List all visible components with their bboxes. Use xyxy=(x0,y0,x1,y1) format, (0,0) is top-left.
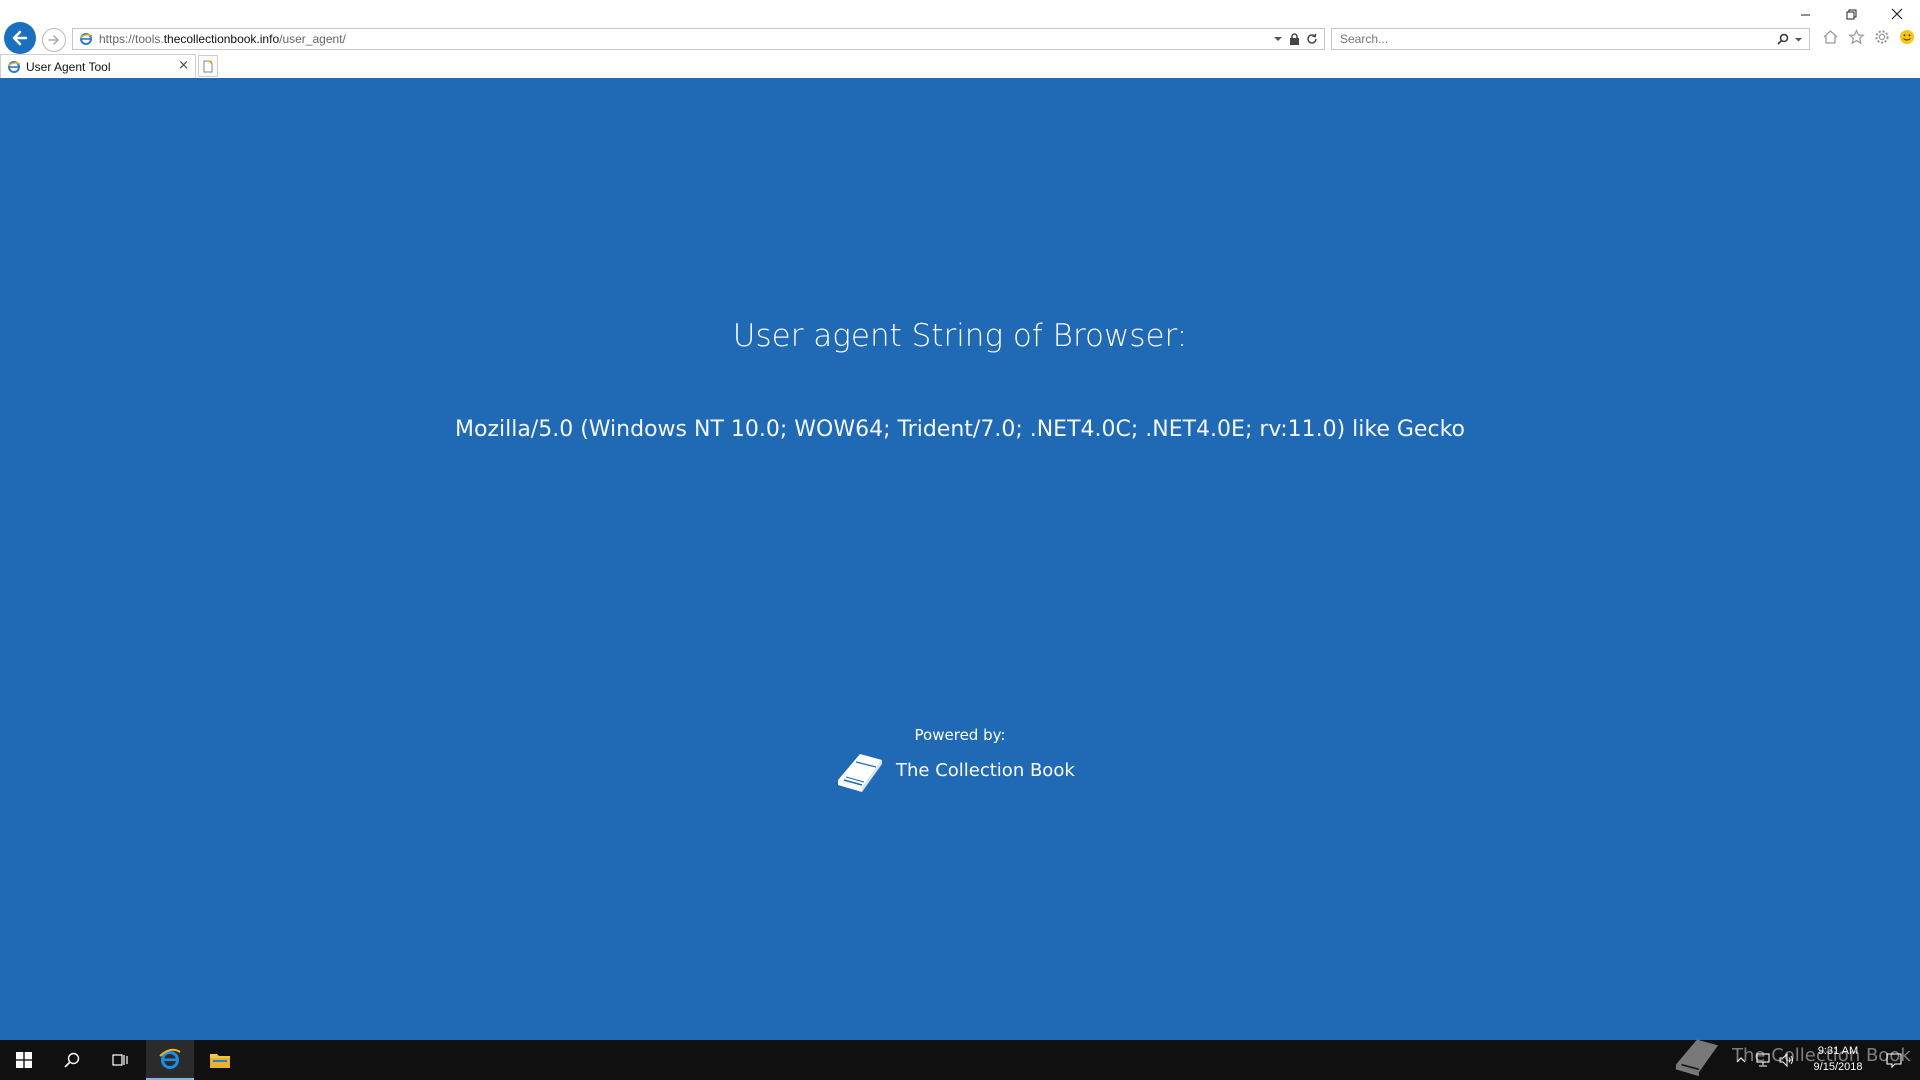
lock-icon[interactable] xyxy=(1289,33,1300,45)
home-icon[interactable] xyxy=(1822,29,1839,45)
powered-by-label: Powered by: xyxy=(914,726,1006,744)
url-text[interactable]: https://tools.thecollectionbook.info/use… xyxy=(99,32,346,46)
clock-date: 9/15/2018 xyxy=(1813,1061,1863,1073)
search-icon[interactable] xyxy=(1777,33,1789,45)
address-tools xyxy=(1273,33,1324,45)
book-logo-icon xyxy=(838,754,882,792)
window-controls xyxy=(1782,0,1920,28)
taskbar-internet-explorer[interactable] xyxy=(146,1040,194,1080)
volume-icon[interactable] xyxy=(1779,1053,1795,1067)
url-prefix: https://tools. xyxy=(99,32,164,46)
chevron-down-icon[interactable] xyxy=(1794,35,1803,44)
close-icon xyxy=(1891,8,1903,20)
search-box[interactable] xyxy=(1331,28,1810,50)
page-heading: User agent String of Browser: xyxy=(732,318,1188,354)
search-tools xyxy=(1777,33,1809,45)
windows-logo-icon xyxy=(16,1052,32,1068)
forward-button[interactable] xyxy=(42,28,66,52)
taskbar xyxy=(0,1040,1920,1080)
minimize-icon xyxy=(1800,14,1810,15)
user-agent-string: Mozilla/5.0 (Windows NT 10.0; WOW64; Tri… xyxy=(455,417,1465,442)
restore-icon xyxy=(1846,9,1856,19)
clock-time: 9:31 AM xyxy=(1817,1045,1859,1057)
tab-strip: User Agent Tool × xyxy=(0,54,218,78)
notification-icon xyxy=(1886,1053,1902,1068)
start-button[interactable] xyxy=(0,1040,48,1080)
brand-name: The Collection Book xyxy=(896,759,1075,781)
browser-chrome: https://tools.thecollectionbook.info/use… xyxy=(0,0,1920,79)
taskbar-search-button[interactable] xyxy=(48,1040,96,1080)
internet-explorer-icon xyxy=(159,1048,181,1069)
gear-icon[interactable] xyxy=(1874,29,1890,45)
taskbar-clock[interactable]: 9:31 AM 9/15/2018 xyxy=(1803,1043,1873,1075)
new-tab-button[interactable] xyxy=(198,55,218,77)
minimize-button[interactable] xyxy=(1782,0,1828,28)
tab-user-agent-tool[interactable]: User Agent Tool × xyxy=(0,54,196,78)
address-bar[interactable]: https://tools.thecollectionbook.info/use… xyxy=(72,28,1325,50)
taskbar-file-explorer[interactable] xyxy=(196,1040,244,1080)
refresh-icon[interactable] xyxy=(1306,33,1318,45)
new-tab-icon xyxy=(203,60,213,72)
toolbar-icons xyxy=(1822,29,1915,45)
close-window-button[interactable] xyxy=(1874,0,1920,28)
book-logo-icon xyxy=(1675,1039,1719,1077)
back-button[interactable] xyxy=(4,22,36,54)
favorites-star-icon[interactable] xyxy=(1848,29,1865,45)
search-input[interactable] xyxy=(1338,31,1762,47)
search-icon xyxy=(64,1052,80,1068)
arrow-left-icon xyxy=(12,30,28,46)
ie-page-icon xyxy=(77,30,95,48)
tab-close-button[interactable]: × xyxy=(178,58,189,73)
url-domain: thecollectionbook.info xyxy=(163,32,280,46)
url-path: /user_agent/ xyxy=(279,32,346,46)
page-content: User agent String of Browser: Mozilla/5.… xyxy=(0,78,1920,1040)
task-view-icon xyxy=(112,1054,128,1066)
network-icon[interactable] xyxy=(1755,1053,1771,1067)
arrow-right-icon xyxy=(48,35,59,45)
ie-tab-icon xyxy=(7,60,21,73)
task-view-button[interactable] xyxy=(96,1040,144,1080)
smiley-feedback-icon[interactable] xyxy=(1899,29,1915,45)
brand-link[interactable]: The Collection Book xyxy=(832,746,1075,794)
dropdown-arrow-icon[interactable] xyxy=(1273,34,1283,44)
folder-icon xyxy=(210,1054,230,1068)
system-tray xyxy=(1735,1040,1795,1080)
chevron-up-icon[interactable] xyxy=(1735,1054,1747,1066)
restore-button[interactable] xyxy=(1828,0,1874,28)
tab-title: User Agent Tool xyxy=(26,59,111,74)
action-center-button[interactable] xyxy=(1874,1040,1914,1080)
